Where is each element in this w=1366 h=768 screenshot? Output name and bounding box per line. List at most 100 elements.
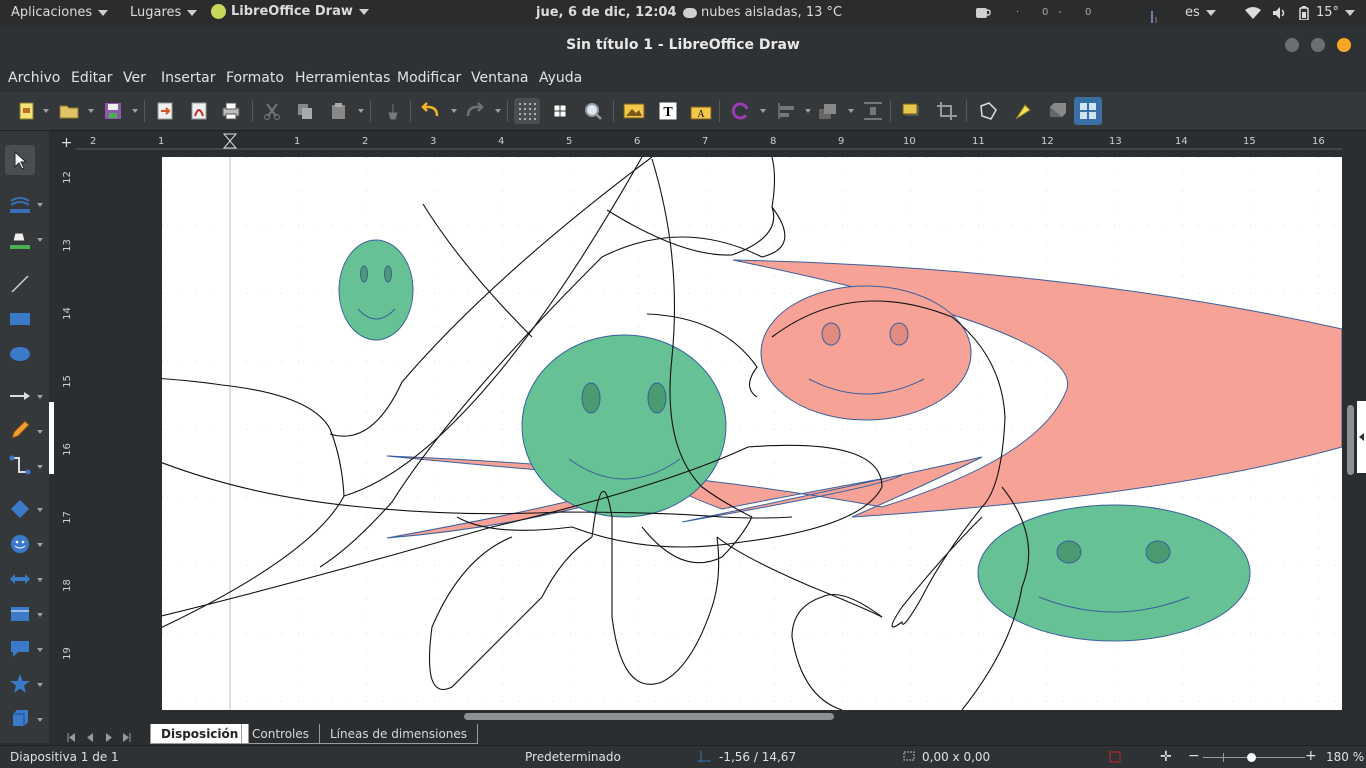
basic-shapes-diamond-icon[interactable] bbox=[5, 494, 35, 524]
zoom-slider-thumb[interactable] bbox=[1247, 753, 1256, 762]
brightness-indicator[interactable]: 15° bbox=[1316, 5, 1356, 20]
vertical-scroll-thumb[interactable] bbox=[1347, 405, 1354, 475]
insert-image-icon[interactable] bbox=[621, 98, 647, 124]
basic-shapes-dropdown-icon[interactable] bbox=[37, 508, 43, 512]
line-color-dropdown-icon[interactable] bbox=[37, 203, 43, 207]
horizontal-ruler[interactable]: 2 1 1 2 3 4 5 6 7 8 9 10 11 12 13 14 15 … bbox=[76, 131, 1342, 155]
print-icon[interactable] bbox=[218, 98, 244, 124]
vertical-scrollbar[interactable] bbox=[1342, 131, 1366, 710]
clock[interactable]: jue, 6 de dic, 12:04 bbox=[536, 5, 677, 20]
symbol-shapes-dropdown-icon[interactable] bbox=[37, 543, 43, 547]
small-green-smiley-face[interactable] bbox=[338, 239, 414, 341]
document-modified-icon[interactable] bbox=[1109, 751, 1121, 766]
3d-objects-dropdown-icon[interactable] bbox=[37, 718, 43, 722]
align-dropdown-icon[interactable] bbox=[805, 109, 811, 113]
toggle-extrusion-icon[interactable] bbox=[1043, 98, 1069, 124]
fill-color-icon[interactable] bbox=[5, 225, 35, 255]
places-menu[interactable]: Lugares bbox=[130, 5, 198, 20]
large-green-smiley-face[interactable] bbox=[521, 334, 727, 518]
undo-dropdown-icon[interactable] bbox=[451, 109, 457, 113]
flowchart-icon[interactable] bbox=[5, 599, 35, 629]
3d-objects-icon[interactable] bbox=[5, 704, 35, 734]
right-green-smiley-face[interactable] bbox=[977, 504, 1251, 642]
export-pdf-icon[interactable] bbox=[186, 98, 212, 124]
insert-textbox-icon[interactable]: T bbox=[655, 98, 681, 124]
zoom-icon[interactable] bbox=[580, 98, 606, 124]
window-titlebar[interactable]: Sin título 1 - LibreOffice Draw bbox=[0, 27, 1366, 64]
zoom-level[interactable]: 180 % bbox=[1326, 750, 1364, 764]
save-dropdown-icon[interactable] bbox=[132, 109, 138, 113]
paste-dropdown-icon[interactable] bbox=[358, 109, 364, 113]
tab-disposicion[interactable]: Disposición bbox=[150, 724, 250, 744]
new-document-icon[interactable] bbox=[14, 98, 40, 124]
callouts-dropdown-icon[interactable] bbox=[37, 648, 43, 652]
salmon-smiley-face[interactable] bbox=[760, 285, 972, 421]
copy-icon[interactable] bbox=[292, 98, 318, 124]
fit-page-icon[interactable]: ✛ bbox=[1160, 749, 1172, 765]
ellipse-tool-icon[interactable] bbox=[5, 339, 35, 369]
next-page-icon[interactable] bbox=[104, 728, 113, 742]
curves-dropdown-icon[interactable] bbox=[37, 430, 43, 434]
insert-fontwork-icon[interactable]: A bbox=[688, 98, 714, 124]
select-arrow-icon[interactable] bbox=[5, 145, 35, 175]
battery-icon[interactable] bbox=[1299, 6, 1309, 24]
zoom-out-icon[interactable]: − bbox=[1188, 748, 1200, 764]
rotate-icon[interactable] bbox=[727, 98, 753, 124]
ruler-origin-icon[interactable]: + bbox=[57, 131, 76, 155]
tab-controles[interactable]: Controles bbox=[241, 724, 321, 744]
last-page-icon[interactable] bbox=[122, 728, 131, 742]
transformations-icon[interactable] bbox=[1074, 97, 1102, 125]
coffee-icon[interactable] bbox=[975, 6, 991, 24]
close-button[interactable] bbox=[1337, 38, 1351, 52]
weather-indicator[interactable]: nubes aisladas, 13 °C bbox=[683, 5, 842, 20]
clone-formatting-icon[interactable] bbox=[380, 98, 406, 124]
line-color-icon[interactable] bbox=[5, 189, 35, 219]
arrow-line-icon[interactable] bbox=[5, 381, 35, 411]
vertical-ruler[interactable]: 12 13 14 15 16 17 18 19 bbox=[57, 155, 76, 710]
export-icon[interactable] bbox=[152, 98, 178, 124]
tab-lineas-dimensiones[interactable]: Líneas de dimensiones bbox=[319, 724, 479, 744]
first-page-icon[interactable] bbox=[67, 728, 76, 742]
arrange-icon[interactable] bbox=[815, 98, 841, 124]
arrange-dropdown-icon[interactable] bbox=[848, 109, 854, 113]
open-dropdown-icon[interactable] bbox=[88, 109, 94, 113]
freeform-pencil-icon[interactable] bbox=[5, 415, 35, 445]
master-layout-name[interactable]: Predeterminado bbox=[525, 750, 621, 764]
grid-icon[interactable] bbox=[514, 98, 540, 124]
menu-editar[interactable]: Editar bbox=[71, 70, 112, 86]
distribute-icon[interactable] bbox=[860, 98, 886, 124]
menu-herramientas[interactable]: Herramientas bbox=[295, 70, 390, 86]
cut-icon[interactable] bbox=[259, 98, 285, 124]
crop-icon[interactable] bbox=[934, 98, 960, 124]
rotate-dropdown-icon[interactable] bbox=[760, 109, 766, 113]
wifi-icon[interactable] bbox=[1245, 6, 1261, 24]
save-icon[interactable] bbox=[100, 98, 126, 124]
shadow-icon[interactable] bbox=[899, 98, 925, 124]
drawing-page[interactable] bbox=[162, 157, 1342, 710]
minimize-button[interactable] bbox=[1285, 38, 1299, 52]
redo-icon[interactable] bbox=[461, 98, 487, 124]
symbol-shapes-smiley-icon[interactable] bbox=[5, 529, 35, 559]
new-dropdown-icon[interactable] bbox=[43, 109, 49, 113]
block-arrows-icon[interactable] bbox=[5, 564, 35, 594]
redo-dropdown-icon[interactable] bbox=[495, 109, 501, 113]
lines-dropdown-icon[interactable] bbox=[37, 395, 43, 399]
fill-color-dropdown-icon[interactable] bbox=[37, 238, 43, 242]
open-folder-icon[interactable] bbox=[56, 98, 82, 124]
connectors-dropdown-icon[interactable] bbox=[37, 465, 43, 469]
app-menu[interactable]: LibreOffice Draw bbox=[211, 4, 369, 19]
points-icon[interactable] bbox=[975, 98, 1001, 124]
sidebar-collapse-handle[interactable] bbox=[49, 402, 54, 474]
zoom-in-icon[interactable]: + bbox=[1305, 748, 1317, 764]
language-selector[interactable]: es bbox=[1185, 5, 1216, 20]
callouts-icon[interactable] bbox=[5, 634, 35, 664]
menu-modificar[interactable]: Modificar bbox=[397, 70, 461, 86]
menu-archivo[interactable]: Archivo bbox=[8, 70, 60, 86]
system-monitor-graph[interactable] bbox=[1100, 5, 1162, 27]
undo-icon[interactable] bbox=[418, 98, 444, 124]
helplines-icon[interactable] bbox=[547, 98, 573, 124]
glue-points-icon[interactable] bbox=[1009, 98, 1035, 124]
horizontal-scrollbar[interactable] bbox=[57, 710, 1342, 724]
paste-icon[interactable] bbox=[326, 98, 352, 124]
line-tool-icon[interactable] bbox=[5, 269, 35, 299]
